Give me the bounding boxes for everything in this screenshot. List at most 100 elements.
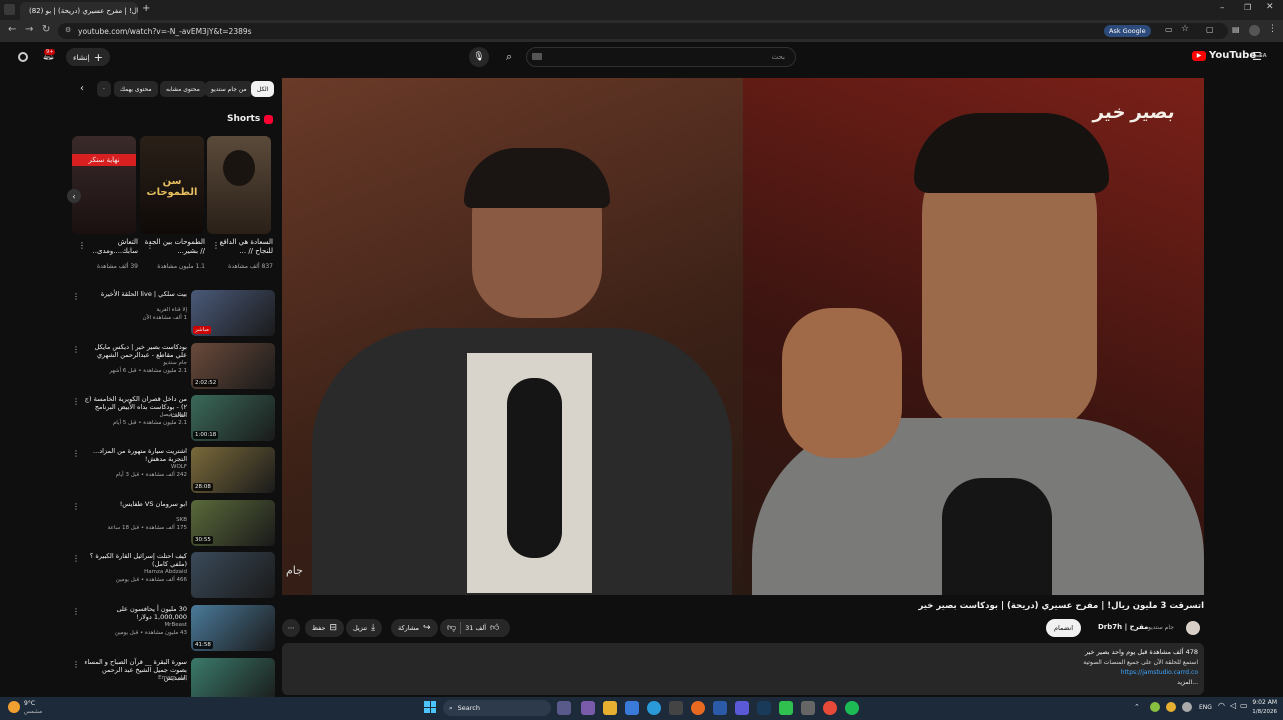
hamburger-menu-icon[interactable]: ☰	[1252, 50, 1262, 63]
ask-google-button[interactable]: Ask Google	[1104, 25, 1151, 37]
related-channel[interactable]: Hamza Abdzaid	[82, 569, 187, 575]
chip-from-channel[interactable]: من جام ستديو	[205, 81, 253, 97]
settings-gear-icon[interactable]	[801, 701, 815, 715]
tab-search-icon[interactable]	[4, 4, 15, 15]
teams-icon[interactable]	[581, 701, 595, 715]
search-icon[interactable]: ⌕	[506, 50, 512, 64]
volume-icon[interactable]: ◁	[1230, 701, 1236, 710]
reload-icon[interactable]: ↻	[42, 24, 50, 35]
related-menu-icon[interactable]: ⋮	[72, 660, 80, 669]
related-video-item[interactable]: 41:58 30 مليون أ يحافسون على 1,000,000 دو…	[70, 605, 275, 653]
wifi-icon[interactable]: ◠	[1218, 701, 1225, 710]
weather-sun-icon[interactable]	[8, 701, 20, 713]
channel-name[interactable]: Drb7h | مفرح	[1098, 623, 1148, 631]
url-field[interactable]: youtube.com/watch?v=-N_-avEM3jY&t=2389s	[58, 23, 1228, 39]
tray-app-icon[interactable]	[1182, 702, 1192, 712]
related-channel[interactable]: SKB	[82, 517, 187, 523]
related-channel[interactable]: إلا قناة القرية	[82, 307, 187, 313]
related-menu-icon[interactable]: ⋮	[72, 449, 80, 458]
voice-search-mic-icon[interactable]: 🎙︎	[469, 47, 489, 67]
clock-time[interactable]: 9:02 AM	[1249, 699, 1277, 706]
related-video-item[interactable]: 28:08 اشتريت سيارة متهورة من المزاد... ال…	[70, 447, 275, 495]
forward-icon[interactable]: →	[25, 24, 33, 35]
file-explorer-icon[interactable]	[603, 701, 617, 715]
related-thumbnail[interactable]: 28:08	[191, 447, 275, 493]
like-icon[interactable]: 👍︎	[490, 623, 499, 633]
back-icon[interactable]: ←	[8, 24, 16, 35]
related-thumbnail[interactable]: 41:58	[191, 605, 275, 651]
chrome-icon[interactable]	[823, 701, 837, 715]
related-video-item[interactable]: 1:00:18 من داخل قصران الكويرية الخامسة (ج…	[70, 395, 275, 443]
save-button[interactable]: حفظ ⊟	[305, 619, 345, 637]
related-menu-icon[interactable]: ⋮	[72, 397, 80, 406]
firefox-icon[interactable]	[691, 701, 705, 715]
chat-icon[interactable]: ▤	[1232, 25, 1240, 34]
related-menu-icon[interactable]: ⋮	[72, 292, 80, 301]
taskbar-search[interactable]: ⌕ Search	[443, 700, 551, 716]
steam-icon[interactable]	[757, 701, 771, 715]
like-count[interactable]: 31 ألف	[465, 624, 486, 632]
short-menu-icon[interactable]: ⋮	[212, 241, 220, 250]
description-more[interactable]: ...المزيد	[1000, 679, 1198, 686]
related-title[interactable]: كيف احتلت إسرائيل القارة الكبيرة ؟ (ملفي…	[82, 552, 187, 568]
share-button[interactable]: مشاركة ↪	[391, 619, 438, 637]
chips-prev-arrow-icon[interactable]: ‹	[80, 83, 84, 94]
extensions-icon[interactable]: ▢	[1206, 25, 1214, 34]
task-view-icon[interactable]	[557, 701, 571, 715]
related-thumbnail[interactable]: 2:02:52	[191, 343, 275, 389]
short-title-1[interactable]: السعادة هي الدافع للنجاح // ...	[211, 238, 273, 256]
chip-related-for-you[interactable]: محتوى يهمك	[114, 81, 158, 97]
related-video-item[interactable]: 30:55 ابو سرومان VS طفايس! SKB 175 ألف مشاه…	[70, 500, 275, 548]
new-tab-icon[interactable]: +	[142, 3, 150, 14]
short-menu-icon[interactable]: ⋮	[146, 241, 154, 250]
related-video-item[interactable]: كيف احتلت إسرائيل القارة الكبيرة ؟ (ملفي…	[70, 552, 275, 600]
minimize-icon[interactable]: –	[1220, 3, 1225, 13]
browser-menu-icon[interactable]: ⋮	[1268, 24, 1277, 34]
related-thumbnail[interactable]	[191, 552, 275, 598]
clock-date[interactable]: 1/8/2026	[1249, 709, 1277, 715]
app-icon[interactable]	[669, 701, 683, 715]
short-menu-icon[interactable]: ⋮	[78, 241, 86, 250]
related-video-item[interactable]: 2:02:52 بودكاست بصير خير | ديكس مايكل علي…	[70, 343, 275, 391]
related-title[interactable]: بودكاست بصير خير | ديكس مايكل علي مقاطع …	[82, 343, 187, 359]
account-avatar[interactable]	[18, 52, 28, 62]
related-channel[interactable]: جام ستديو	[82, 360, 187, 366]
dislike-icon[interactable]: 👎︎	[447, 623, 456, 633]
short-thumb-2[interactable]: سن الطموحات	[140, 136, 204, 234]
related-menu-icon[interactable]: ⋮	[72, 607, 80, 616]
related-title[interactable]: ابو سرومان VS طفايس!	[82, 500, 187, 508]
mail-icon[interactable]	[625, 701, 639, 715]
tray-app-icon[interactable]	[1150, 702, 1160, 712]
search-input[interactable]: بحث	[526, 47, 796, 67]
profile-avatar[interactable]	[1249, 25, 1260, 36]
related-title[interactable]: بيت سلكي | live الحلقة الأخيرة	[82, 290, 187, 298]
edge-icon[interactable]	[647, 701, 661, 715]
related-thumbnail[interactable]: مباشر	[191, 290, 275, 336]
cast-icon[interactable]: ▭	[1165, 25, 1173, 34]
description-link[interactable]: https://jamstudio.carrd.co	[1000, 669, 1198, 676]
join-button[interactable]: انضمام	[1046, 619, 1082, 637]
related-menu-icon[interactable]: ⋮	[72, 554, 80, 563]
windows-start-icon[interactable]	[424, 701, 436, 713]
chip-all[interactable]: الكل	[251, 81, 275, 97]
related-menu-icon[interactable]: ⋮	[72, 502, 80, 511]
site-info-icon[interactable]: ⚙	[65, 26, 71, 34]
discord-icon[interactable]	[735, 701, 749, 715]
security-shield-icon[interactable]	[713, 701, 727, 715]
maximize-icon[interactable]: ❐	[1244, 3, 1251, 12]
spotify-icon[interactable]	[845, 701, 859, 715]
related-channel[interactable]: بسمة فيصل	[82, 412, 187, 418]
xbox-icon[interactable]	[779, 701, 793, 715]
tray-app-icon[interactable]	[1166, 702, 1176, 712]
short-thumb-1[interactable]	[207, 136, 271, 234]
shorts-prev-arrow-icon[interactable]: ‹	[67, 189, 81, 203]
video-player[interactable]: بصير خير جام	[282, 78, 1204, 595]
chip-similar[interactable]: محتوى مشابه	[160, 81, 206, 97]
related-title[interactable]: 30 مليون أ يحافسون على 1,000,000 دولار!	[82, 605, 187, 621]
related-channel[interactable]: WOLF	[82, 464, 187, 470]
related-thumbnail[interactable]: 1:00:18	[191, 395, 275, 441]
create-button[interactable]: إنشاء +	[66, 48, 110, 66]
channel-collab[interactable]: جام ستديو	[1148, 624, 1174, 631]
related-thumbnail[interactable]: 30:55	[191, 500, 275, 546]
browser-tab[interactable]: (82) اتسرقت 3 مليون ريال! | مفرح عسيري (…	[20, 2, 138, 20]
